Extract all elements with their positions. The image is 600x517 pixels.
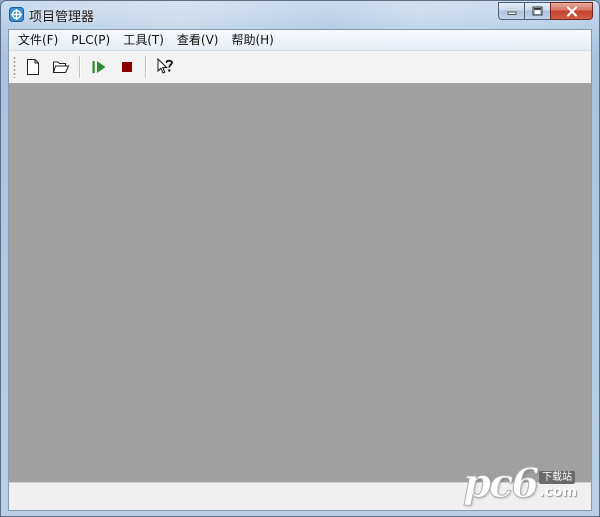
title-bar[interactable]: 项目管理器 xyxy=(1,1,599,29)
minimize-icon xyxy=(507,11,516,15)
watermark-logo: pc6 xyxy=(463,460,540,507)
watermark: pc6 下载站 .com xyxy=(463,460,577,507)
watermark-side: 下载站 .com xyxy=(539,471,577,500)
run-button[interactable] xyxy=(86,55,112,79)
run-icon xyxy=(92,61,106,73)
client-area: 文件(F) PLC(P) 工具(T) 查看(V) 帮助(H) pc6 下载站 .… xyxy=(8,29,592,511)
watermark-suffix: .com xyxy=(539,484,577,500)
menu-bar: 文件(F) PLC(P) 工具(T) 查看(V) 帮助(H) xyxy=(9,30,591,51)
menu-help[interactable]: 帮助(H) xyxy=(225,31,280,49)
maximize-icon xyxy=(532,6,543,16)
toolbar xyxy=(9,51,591,84)
help-pointer-icon xyxy=(157,58,173,74)
open-folder-icon xyxy=(52,61,70,73)
app-icon xyxy=(9,7,24,22)
close-button[interactable] xyxy=(550,2,593,20)
watermark-cn: 下载站 xyxy=(539,471,576,484)
stop-button[interactable] xyxy=(114,55,140,79)
context-help-button[interactable] xyxy=(152,55,178,79)
toolbar-grip[interactable] xyxy=(13,56,16,78)
menu-tools[interactable]: 工具(T) xyxy=(117,31,171,49)
minimize-button[interactable] xyxy=(498,2,524,20)
open-folder-button[interactable] xyxy=(48,55,74,79)
menu-file[interactable]: 文件(F) xyxy=(12,31,65,49)
menu-view[interactable]: 查看(V) xyxy=(171,31,226,49)
new-file-button[interactable] xyxy=(20,55,46,79)
status-bar: pc6 下载站 .com xyxy=(9,463,591,510)
menu-plc[interactable]: PLC(P) xyxy=(65,31,117,49)
caption-buttons xyxy=(498,2,593,21)
stop-icon xyxy=(122,62,132,72)
maximize-button[interactable] xyxy=(524,2,550,20)
close-icon xyxy=(566,5,577,17)
new-file-icon xyxy=(27,59,39,75)
workspace-area[interactable] xyxy=(9,83,591,483)
toolbar-separator xyxy=(79,56,81,78)
toolbar-separator xyxy=(145,56,147,78)
window-title: 项目管理器 xyxy=(29,10,95,25)
app-window: 项目管理器 文件(F) PLC(P) 工具(T) 查看(V) 帮助(H) pc6… xyxy=(0,0,600,517)
